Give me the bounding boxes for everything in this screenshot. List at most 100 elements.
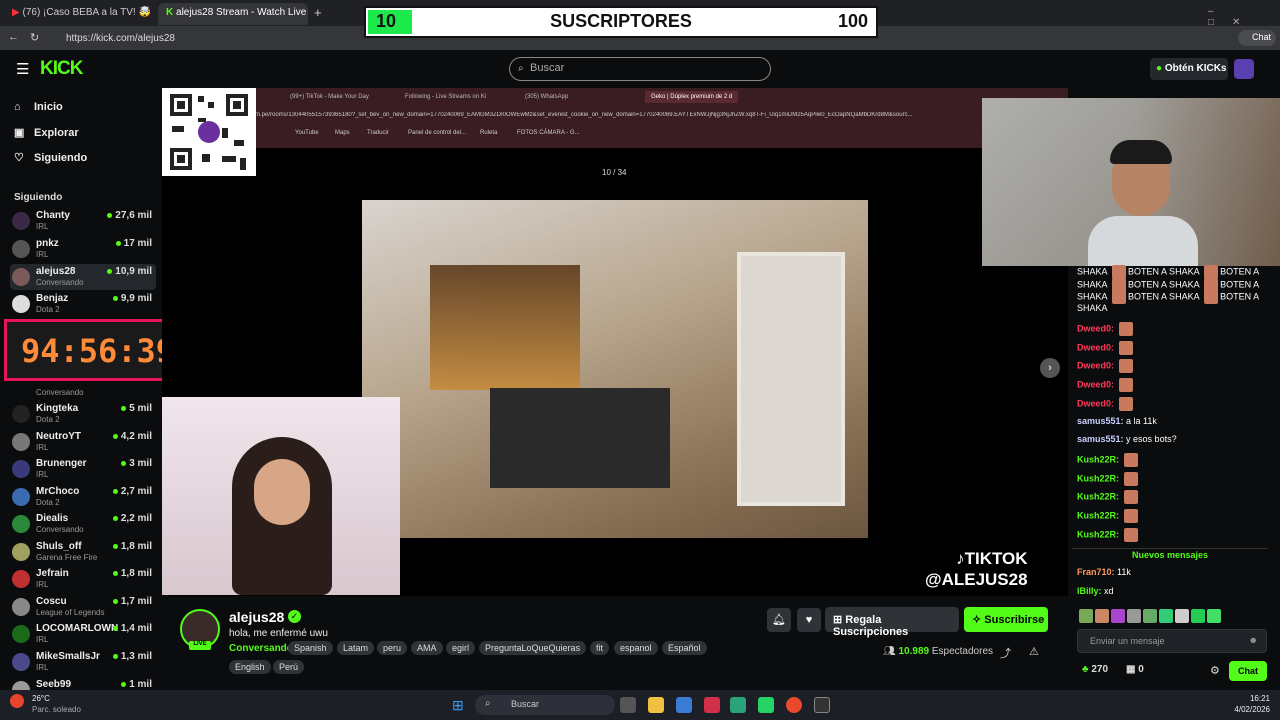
tag-chip[interactable]: AMA: [411, 641, 443, 655]
chat-username[interactable]: samus551:: [1077, 416, 1124, 426]
follow-button[interactable]: ♥: [797, 608, 821, 632]
chat-text: BOTEN A SHAKA: [1128, 266, 1200, 277]
subscribe-button[interactable]: ✧ Suscribirse: [964, 607, 1048, 632]
menu-icon[interactable]: ☰: [16, 60, 29, 78]
following-item[interactable]: NeutroYT IRL 4,2 mil: [10, 429, 156, 455]
weather-temp[interactable]: 26°C: [32, 694, 50, 703]
following-item[interactable]: Chanty IRL 27,6 mil: [10, 208, 156, 234]
emote-icon[interactable]: [1143, 608, 1157, 623]
search-input[interactable]: ⌕ Buscar: [509, 57, 771, 81]
chat-settings-icon[interactable]: ⚙: [1210, 664, 1220, 677]
chat-username[interactable]: Kush22R:: [1077, 473, 1119, 483]
app-icon[interactable]: [704, 697, 720, 713]
window-controls[interactable]: –□✕: [1208, 6, 1280, 28]
tag-chip[interactable]: Latam: [337, 641, 375, 655]
chat-copilot-button[interactable]: Chat: [1238, 30, 1276, 46]
nav-siguiendo[interactable]: ♡ Siguiendo: [14, 151, 87, 164]
task-view-icon[interactable]: [620, 697, 636, 713]
taskbar-search[interactable]: ⌕ Buscar: [475, 695, 615, 715]
tag-chip[interactable]: PreguntaLoQueQuieras: [479, 641, 587, 655]
next-image-button[interactable]: ›: [1040, 358, 1060, 378]
reload-icon[interactable]: ↻: [30, 31, 39, 44]
windows-start-icon[interactable]: ⊞: [452, 697, 468, 713]
chat-username[interactable]: Dweed0:: [1077, 361, 1114, 371]
emoji-icon[interactable]: ☻: [1249, 635, 1258, 645]
tag-chip[interactable]: Español: [662, 641, 707, 655]
following-item[interactable]: Benjaz Dota 2 9,9 mil: [10, 291, 156, 317]
get-kicks-button[interactable]: ● Obtén KICKs: [1150, 58, 1228, 80]
following-category: League of Legends: [36, 608, 105, 617]
nav-inicio[interactable]: ⌂ Inicio: [14, 101, 63, 113]
edge-icon[interactable]: [730, 697, 746, 713]
chat-username[interactable]: Dweed0:: [1077, 342, 1114, 352]
following-item[interactable]: Shuls_off Garena Free Fire 1,8 mil: [10, 539, 156, 565]
chat-input[interactable]: Enviar un mensaje ☻: [1077, 629, 1267, 653]
copilot-icon[interactable]: [676, 697, 692, 713]
emote-icon[interactable]: [1191, 608, 1205, 623]
send-chat-button[interactable]: Chat: [1229, 661, 1267, 681]
whatsapp-icon[interactable]: [758, 697, 774, 713]
following-item[interactable]: pnkz IRL 17 mil: [10, 236, 156, 262]
following-item[interactable]: alejus28 Conversando 10,9 mil: [10, 264, 156, 290]
following-item[interactable]: MrChoco Dota 2 2,7 mil: [10, 484, 156, 510]
user-avatar[interactable]: [1234, 59, 1254, 79]
emote-icon[interactable]: [1159, 608, 1173, 623]
channel-name[interactable]: alejus28: [229, 609, 284, 625]
emote-icon[interactable]: [1175, 608, 1189, 623]
browser-tab-active[interactable]: K alejus28 Stream - Watch Live: [158, 3, 308, 25]
image-counter: 10 / 34: [602, 168, 627, 177]
chrome-icon[interactable]: [786, 697, 802, 713]
browser-tab[interactable]: ▶ (76) ¡Caso BEBA a la TV! 🤯 Be: [4, 3, 150, 25]
tag-chip[interactable]: espanol: [614, 641, 658, 655]
following-item[interactable]: Diealis Conversando 2,2 mil: [10, 511, 156, 537]
channel-points[interactable]: ♣ 270: [1082, 664, 1108, 675]
chat-message: Kush22R:: [1077, 509, 1138, 523]
emote-icon[interactable]: [1095, 608, 1109, 623]
back-icon[interactable]: ←: [8, 31, 19, 43]
file-explorer-icon[interactable]: [648, 697, 664, 713]
tag-chip[interactable]: Spanish: [288, 641, 333, 655]
new-messages-divider[interactable]: Nuevos mensajes: [1072, 548, 1268, 560]
following-item[interactable]: Coscu League of Legends 1,7 mil: [10, 594, 156, 620]
chat-username[interactable]: lBilly:: [1077, 586, 1102, 596]
chat-username[interactable]: Dweed0:: [1077, 398, 1114, 408]
chat-username[interactable]: Kush22R:: [1077, 510, 1119, 520]
emote-icon[interactable]: [1111, 608, 1125, 623]
chat-username[interactable]: Kush22R:: [1077, 492, 1119, 502]
chat-username[interactable]: Kush22R:: [1077, 454, 1119, 464]
following-category: IRL: [36, 250, 49, 259]
emote-icon[interactable]: [1079, 608, 1093, 623]
tag-chip[interactable]: Perú: [273, 660, 305, 674]
tag-chip[interactable]: peru: [377, 641, 408, 655]
emote-icon[interactable]: [1127, 608, 1141, 623]
chat-username[interactable]: samus551:: [1077, 434, 1124, 444]
chat-message: Dweed0:: [1077, 359, 1133, 374]
clock-time[interactable]: 16:21: [1222, 694, 1270, 703]
kick-logo[interactable]: KICK: [40, 58, 83, 80]
stream-category[interactable]: Conversando: [229, 643, 293, 654]
new-tab-button[interactable]: +: [314, 5, 322, 20]
following-item[interactable]: Jefrain IRL 1,8 mil: [10, 566, 156, 592]
tag-chip[interactable]: egirl: [446, 641, 476, 655]
following-item[interactable]: Brunenger IRL 3 mil: [10, 456, 156, 482]
following-item[interactable]: LOCOMARLOWN IRL 1,4 mil: [10, 621, 156, 647]
following-item[interactable]: Kingteka Dota 2 5 mil: [10, 401, 156, 427]
nav-explorar[interactable]: ▣ Explorar: [14, 126, 79, 139]
emote-bar[interactable]: [1077, 608, 1267, 623]
report-icon[interactable]: ⚠: [1029, 645, 1039, 658]
capcut-icon[interactable]: [814, 697, 830, 713]
share-icon[interactable]: ⤴: [1000, 645, 1011, 661]
chat-username[interactable]: Dweed0:: [1077, 379, 1114, 389]
tag-chip[interactable]: English: [229, 660, 271, 674]
following-item[interactable]: MikeSmallsJr IRL 1,3 mil: [10, 649, 156, 675]
chat-username[interactable]: Kush22R:: [1077, 529, 1119, 539]
following-viewers: 5 mil: [121, 403, 152, 414]
chest-counter[interactable]: ▦ 0: [1126, 664, 1144, 675]
emote-icon[interactable]: [1207, 608, 1221, 623]
following-name: Benjaz: [36, 293, 69, 304]
tag-chip[interactable]: fit: [590, 641, 610, 655]
gift-subs-button[interactable]: ⊞ Regala Suscripciones: [825, 607, 959, 638]
chat-username[interactable]: Fran710:: [1077, 567, 1115, 577]
chat-username[interactable]: Dweed0:: [1077, 323, 1114, 333]
notification-bell-button[interactable]: 🔔︎: [767, 608, 791, 632]
